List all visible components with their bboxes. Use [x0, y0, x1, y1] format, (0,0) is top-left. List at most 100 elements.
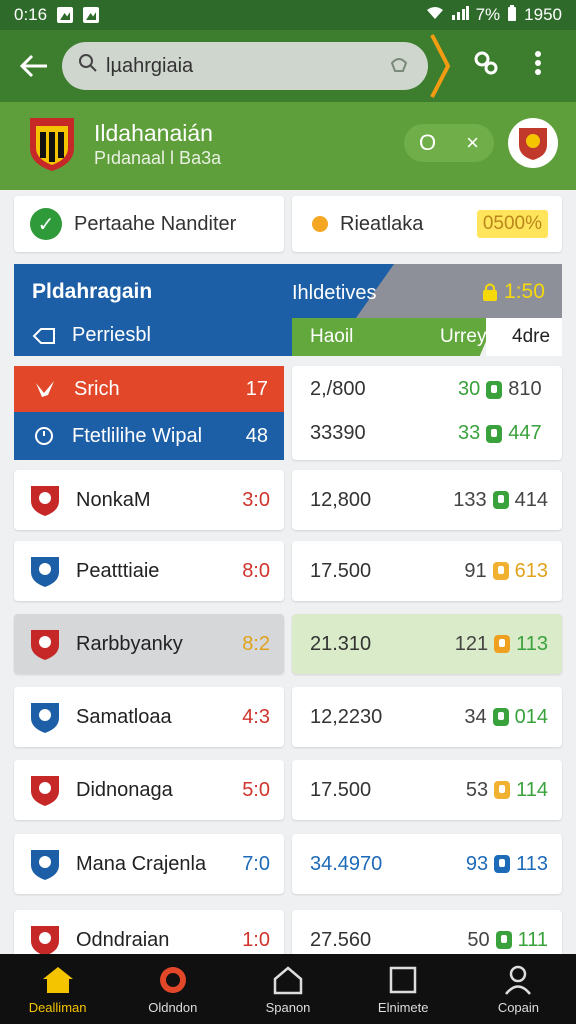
square-icon	[385, 964, 421, 996]
panel-right-title: Ihldetives	[292, 282, 377, 304]
team-stat-a: 53	[465, 778, 489, 801]
check-icon: ✓	[30, 208, 62, 240]
nav-label: Elnimete	[377, 999, 429, 1015]
panel-col-c: 4dre	[512, 326, 551, 347]
team-stat-a: 133	[453, 488, 487, 511]
percent-badge: 0500%	[476, 210, 548, 238]
clock-icon	[35, 427, 53, 445]
pill-option-button[interactable]: O	[419, 130, 436, 156]
back-button[interactable]	[14, 46, 54, 86]
team-name: Rarbbyanky	[76, 632, 183, 655]
panel-title: Pldahragain	[32, 280, 153, 303]
team-row[interactable]: Samatloaa 4:3	[14, 687, 284, 747]
nav-label: Oldndon	[148, 999, 198, 1015]
stat-value: 2,/800	[310, 378, 366, 400]
home-icon	[40, 964, 76, 996]
team-stat-b: 114	[516, 778, 548, 801]
highlight-stats-card[interactable]: 2,/800 30 810 33390 33 447	[292, 366, 562, 460]
panel-subtitle: Perriesbl	[72, 324, 151, 346]
battery-icon	[507, 4, 517, 26]
team-row[interactable]: Mana Crajenla 7:0	[14, 834, 284, 894]
team-logo-icon	[31, 703, 59, 733]
team-logo-icon	[31, 557, 59, 587]
highlight-row-red[interactable]: Srich 17	[14, 366, 284, 412]
tag-icon	[32, 327, 55, 344]
panel-col-a: Haoil	[310, 326, 354, 347]
stat-a: 30	[458, 378, 481, 400]
team-name: Didnonaga	[76, 778, 173, 801]
stat-icon	[492, 491, 509, 509]
share-link-button[interactable]	[464, 49, 508, 84]
stat-icon	[494, 855, 511, 873]
nav-item-home[interactable]: Dealliman	[0, 954, 115, 1024]
nav-label: Dealliman	[28, 999, 87, 1015]
club-badge-icon	[519, 128, 547, 160]
team-logo-icon	[31, 630, 59, 660]
team-stats-row[interactable]: 17.500 53 114	[292, 760, 562, 820]
team-row[interactable]: NonkaM 3:0	[14, 470, 284, 530]
nav-item-copain[interactable]: Copain	[461, 954, 576, 1024]
status-chip-left[interactable]: ✓ Pertaahe Nanditer	[14, 196, 284, 252]
team-score: 4:3	[242, 705, 270, 728]
team-value: 34.4970	[310, 852, 383, 875]
team-value: 17.500	[310, 559, 372, 582]
team-crest-icon	[30, 118, 74, 171]
team-stat-b: 414	[514, 488, 548, 511]
stat-value: 33390	[310, 422, 366, 444]
highlight-row-blue[interactable]: Ftetlilihe Wipal 48	[14, 412, 284, 460]
status-right-time: 1950	[524, 5, 562, 24]
clipboard-icon[interactable]	[388, 53, 410, 79]
team-value: 12,2230	[310, 705, 383, 728]
search-box[interactable]	[62, 42, 428, 90]
avatar[interactable]	[508, 118, 558, 168]
team-row[interactable]: Rarbbyanky 8:2	[14, 614, 284, 674]
panel-right-value: 1:50	[504, 280, 545, 303]
team-stat-a: 91	[464, 559, 487, 582]
link-icon	[474, 51, 498, 74]
stat-a: 33	[458, 422, 481, 444]
team-row[interactable]: Peatttiaie 8:0	[14, 541, 284, 601]
team-stat-a: 34	[464, 705, 487, 728]
stat-icon	[494, 781, 511, 799]
nav-item-spanon[interactable]: Spanon	[230, 954, 345, 1024]
person-icon	[500, 964, 536, 996]
stat-b: 447	[508, 422, 542, 444]
team-stats-row[interactable]: 12,800 133 414	[292, 470, 562, 530]
team-value: 21.310	[310, 632, 372, 655]
house-outline-icon	[270, 964, 306, 996]
team-stats-row[interactable]: 12,2230 34 014	[292, 687, 562, 747]
nav-item-elnimete[interactable]: Elnimete	[346, 954, 461, 1024]
search-input[interactable]	[106, 54, 376, 78]
stat-icon	[486, 424, 503, 443]
team-name: Samatloaa	[76, 705, 172, 728]
app-notification-icon	[83, 7, 100, 23]
team-name: Peatttiaie	[76, 559, 160, 582]
status-time: 0:16	[14, 5, 48, 24]
team-value: 12,800	[310, 488, 372, 511]
team-stat-b: 113	[516, 632, 548, 655]
team-stats-row[interactable]: 21.310 121 113	[292, 614, 562, 674]
nav-item-record[interactable]: Oldndon	[115, 954, 230, 1024]
team-stat-a: 93	[465, 852, 489, 875]
lock-icon	[483, 283, 497, 301]
team-stats-row[interactable]: 34.4970 93 113	[292, 834, 562, 894]
team-score: 8:0	[242, 559, 270, 582]
signal-icon	[451, 5, 469, 25]
team-value: 17.500	[310, 778, 372, 801]
team-name: Odndraian	[76, 928, 170, 951]
wifi-icon	[426, 5, 444, 25]
search-icon	[78, 53, 98, 79]
team-row[interactable]: Didnonaga 5:0	[14, 760, 284, 820]
status-chip-label: Pertaahe Nanditer	[74, 212, 237, 235]
team-logo-icon	[31, 486, 59, 516]
team-score: 1:0	[242, 928, 270, 951]
more-options-button[interactable]	[516, 50, 560, 83]
pill-close-button[interactable]: ×	[466, 130, 479, 156]
status-chip-right[interactable]: Rieatlaka 0500%	[292, 196, 562, 252]
bottom-navigation: Dealliman Oldndon Spanon Elnimete Copain	[0, 954, 576, 1024]
team-stat-b: 111	[517, 928, 548, 951]
stat-icon	[495, 931, 512, 949]
team-stats-row[interactable]: 17.500 91 613	[292, 541, 562, 601]
team-score: 5:0	[242, 778, 270, 801]
status-bar: 0:16 7% 1950	[0, 0, 576, 30]
